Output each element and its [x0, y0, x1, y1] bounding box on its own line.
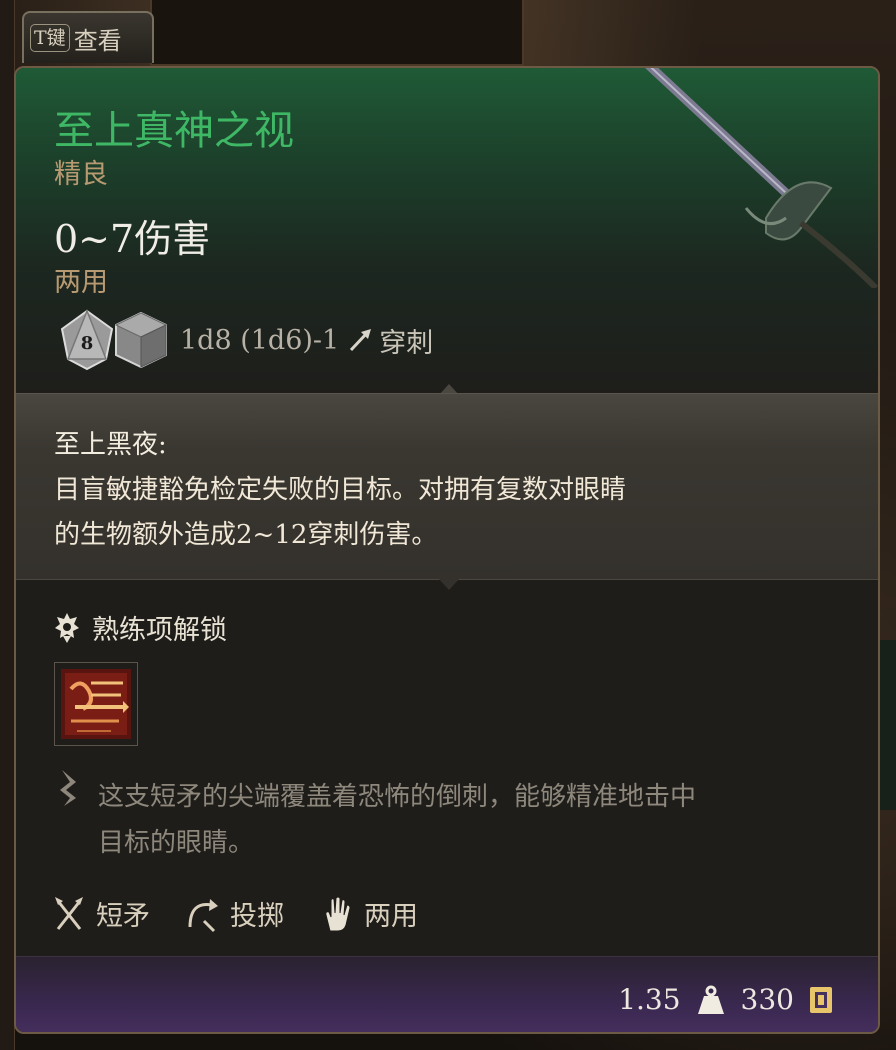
background-right-strip — [880, 640, 896, 810]
special-ability-section: 至上黑夜: 目盲敏捷豁免检定失败的目标。对拥有复数对眼睛 的生物额外造成2~12… — [16, 393, 878, 580]
special-ability-title: 至上黑夜: — [54, 430, 167, 460]
piercing-strike-icon — [61, 669, 131, 739]
damage-type: 穿刺 — [379, 327, 434, 359]
inspect-label: 查看 — [73, 26, 122, 55]
dice-formula: 1d8 (1d6)-1 — [180, 324, 340, 356]
special-desc-line-2: 的生物额外造成2~12穿刺伤害。 — [54, 520, 438, 550]
item-name: 至上真神之视 — [54, 108, 294, 154]
spear-art-icon — [645, 68, 878, 288]
d6-die-icon — [114, 311, 168, 369]
damage-dice-row: 8 1d8 (1d6)-1 穿刺 — [58, 308, 433, 372]
proficiency-action-slot[interactable] — [54, 662, 138, 746]
d8-die-icon: 8 — [60, 309, 114, 371]
lore-line-2: 目标的眼睛。 — [98, 828, 255, 858]
item-rarity: 精良 — [54, 159, 108, 190]
item-handedness: 两用 — [54, 267, 108, 298]
tag-label: 两用 — [364, 901, 418, 932]
divider-notch-icon — [438, 578, 460, 590]
throw-arc-icon — [188, 898, 218, 932]
item-lore: 这支短矛的尖端覆盖着恐怖的倒刺，能够精准地击中 目标的眼睛。 — [98, 774, 858, 866]
background-frame — [150, 0, 524, 66]
tag-throwable: 投掷 — [186, 894, 284, 933]
open-hand-icon — [325, 896, 351, 931]
inspect-tab[interactable]: T键 查看 — [22, 11, 154, 63]
proficiency-badge-icon — [55, 612, 79, 643]
proficiency-label: 熟练项解锁 — [92, 615, 227, 646]
t-key-hint: T键 — [30, 24, 70, 52]
item-damage: 0~7伤害 — [54, 217, 211, 261]
tag-label: 投掷 — [230, 901, 284, 932]
item-weight: 1.35 — [618, 983, 681, 1016]
weight-icon — [697, 985, 724, 1014]
proficiency-row: 熟练项解锁 — [54, 608, 227, 647]
background-left-panel — [0, 0, 15, 1050]
tag-weapon-type: 短矛 — [52, 894, 150, 933]
tag-versatile: 两用 — [320, 894, 418, 933]
item-value: 330 — [740, 983, 794, 1016]
piercing-arrow-icon — [350, 329, 372, 352]
tooltip-footer: 1.35 330 — [16, 956, 878, 1032]
lore-line-1: 这支短矛的尖端覆盖着恐怖的倒刺，能够精准地击中 — [98, 782, 697, 812]
item-tags: 短矛 投掷 两用 — [52, 894, 454, 933]
footer-stats: 1.35 330 — [618, 983, 834, 1016]
d8-face: 8 — [81, 333, 94, 354]
special-desc-line-1: 目盲敏捷豁免检定失败的目标。对拥有复数对眼睛 — [54, 475, 627, 505]
tag-label: 短矛 — [96, 901, 150, 932]
lore-quill-icon — [60, 770, 76, 806]
special-ability-description: 目盲敏捷豁免检定失败的目标。对拥有复数对眼睛 的生物额外造成2~12穿刺伤害。 — [54, 468, 774, 558]
item-tooltip: 至上真神之视 精良 0~7伤害 两用 8 1d8 (1d6)-1 穿刺 至上黑夜… — [14, 66, 880, 1034]
gold-coin-icon — [810, 986, 832, 1013]
crossed-spears-icon — [55, 896, 83, 930]
